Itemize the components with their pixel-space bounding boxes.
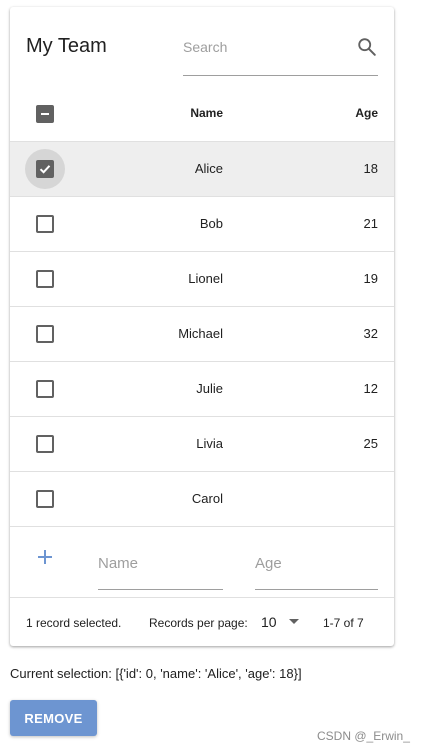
new-name-field[interactable] — [98, 541, 223, 590]
plus-icon[interactable] — [36, 548, 54, 566]
table-toolbar: My Team — [10, 7, 394, 87]
table-footer: 1 record selected. Records per page: 10 … — [10, 598, 394, 646]
table-row[interactable]: Carol — [10, 472, 394, 527]
row-age: 19 — [363, 271, 378, 286]
row-age: 21 — [363, 216, 378, 231]
add-row — [10, 527, 394, 598]
per-page-label: Records per page: — [149, 616, 248, 630]
new-name-input[interactable] — [98, 555, 223, 572]
row-age: 25 — [363, 436, 378, 451]
search-icon[interactable] — [356, 36, 378, 58]
column-header-name[interactable]: Name — [190, 106, 223, 120]
table-row[interactable]: Alice 18 — [10, 142, 394, 197]
remove-button[interactable]: REMOVE — [10, 700, 97, 736]
table-row[interactable]: Michael 32 — [10, 307, 394, 362]
checkmark-icon — [39, 165, 51, 174]
table-title: My Team — [26, 35, 107, 57]
selected-count: 1 record selected. — [26, 616, 122, 630]
row-name: Carol — [191, 491, 223, 506]
table-header-row: Name Age — [10, 87, 394, 142]
column-header-age[interactable]: Age — [355, 106, 378, 120]
row-name: Alice — [194, 161, 223, 176]
row-checkbox[interactable] — [36, 160, 54, 178]
row-name: Lionel — [188, 271, 223, 286]
table-row[interactable]: Lionel 19 — [10, 252, 394, 307]
new-age-input[interactable] — [255, 555, 378, 572]
per-page-select[interactable]: 10 — [261, 614, 277, 630]
watermark: CSDN @_Erwin_ — [317, 729, 410, 743]
row-checkbox[interactable] — [36, 215, 54, 233]
table-row[interactable]: Julie 12 — [10, 362, 394, 417]
chevron-down-icon[interactable] — [289, 619, 299, 624]
search-input[interactable] — [183, 37, 343, 57]
minus-icon — [41, 113, 49, 115]
row-name: Michael — [178, 326, 223, 341]
row-checkbox[interactable] — [36, 435, 54, 453]
row-age: 32 — [363, 326, 378, 341]
select-all-checkbox[interactable] — [36, 105, 54, 123]
row-checkbox[interactable] — [36, 490, 54, 508]
row-checkbox[interactable] — [36, 380, 54, 398]
table-row[interactable]: Livia 25 — [10, 417, 394, 472]
new-age-field[interactable] — [255, 541, 378, 590]
page-range: 1-7 of 7 — [323, 616, 364, 630]
row-checkbox[interactable] — [36, 325, 54, 343]
table-row[interactable]: Bob 21 — [10, 197, 394, 252]
team-table-card: My Team Name Age Alice 18 Bob — [10, 7, 394, 646]
search-field[interactable] — [183, 31, 378, 76]
row-age: 18 — [363, 161, 378, 176]
row-name: Livia — [196, 436, 223, 451]
row-name: Julie — [196, 381, 223, 396]
current-selection-text: Current selection: [{'id': 0, 'name': 'A… — [10, 666, 302, 681]
row-checkbox[interactable] — [36, 270, 54, 288]
row-name: Bob — [199, 216, 223, 231]
row-age: 12 — [363, 381, 378, 396]
